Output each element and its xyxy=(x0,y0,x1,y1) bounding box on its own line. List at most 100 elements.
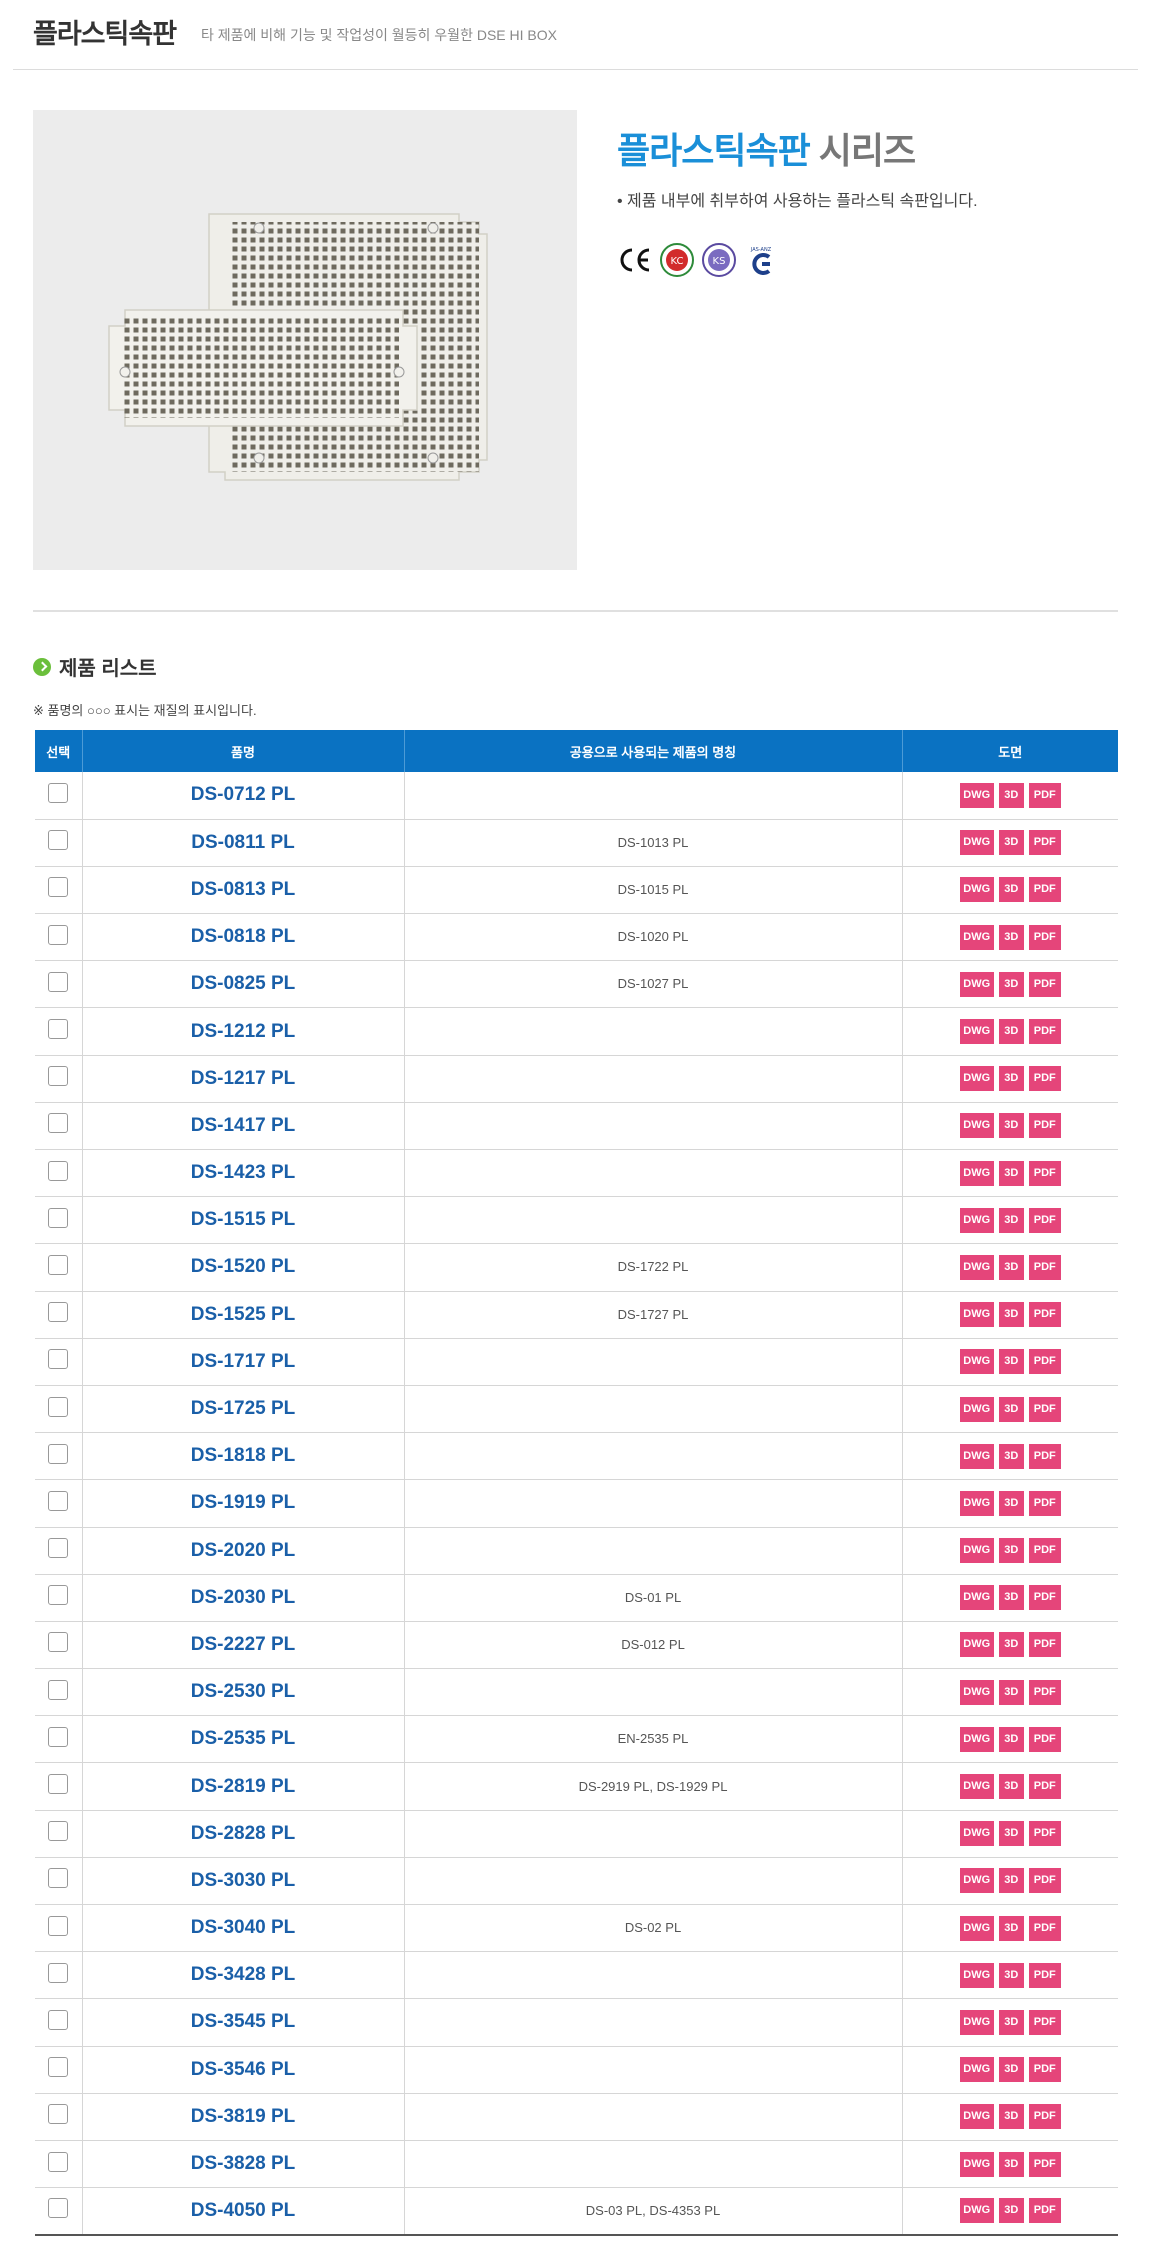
product-name-link[interactable]: DS-0813 PL xyxy=(191,879,296,900)
select-checkbox[interactable] xyxy=(48,2009,69,2030)
select-checkbox[interactable] xyxy=(48,1019,69,1040)
select-checkbox[interactable] xyxy=(48,1490,69,1511)
3d-download-button[interactable]: 3D xyxy=(998,1490,1024,1516)
product-name-link[interactable]: DS-1520 PL xyxy=(191,1256,296,1277)
product-name-link[interactable]: DS-3428 PL xyxy=(191,1964,296,1985)
select-checkbox[interactable] xyxy=(48,1585,69,1606)
product-name-link[interactable]: DS-3819 PL xyxy=(191,2106,296,2127)
product-name-link[interactable]: DS-2020 PL xyxy=(191,1540,296,1561)
dwg-download-button[interactable]: DWG xyxy=(959,1962,994,1988)
select-checkbox[interactable] xyxy=(48,1915,69,1936)
3d-download-button[interactable]: 3D xyxy=(998,1160,1024,1186)
3d-download-button[interactable]: 3D xyxy=(998,1538,1024,1564)
pdf-download-button[interactable]: PDF xyxy=(1028,1254,1061,1280)
3d-download-button[interactable]: 3D xyxy=(998,2104,1024,2130)
pdf-download-button[interactable]: PDF xyxy=(1028,1396,1061,1422)
dwg-download-button[interactable]: DWG xyxy=(959,1915,994,1941)
select-checkbox[interactable] xyxy=(48,1160,69,1181)
select-checkbox[interactable] xyxy=(48,877,69,898)
3d-download-button[interactable]: 3D xyxy=(998,877,1024,903)
pdf-download-button[interactable]: PDF xyxy=(1028,1726,1061,1752)
product-name-link[interactable]: DS-2535 PL xyxy=(191,1728,296,1749)
pdf-download-button[interactable]: PDF xyxy=(1028,1443,1061,1469)
product-name-link[interactable]: DS-3828 PL xyxy=(191,2153,296,2174)
pdf-download-button[interactable]: PDF xyxy=(1028,2198,1061,2224)
3d-download-button[interactable]: 3D xyxy=(998,782,1024,808)
product-name-link[interactable]: DS-3546 PL xyxy=(191,2059,296,2080)
select-checkbox[interactable] xyxy=(48,1113,69,1134)
dwg-download-button[interactable]: DWG xyxy=(959,971,994,997)
select-checkbox[interactable] xyxy=(48,1868,69,1889)
dwg-download-button[interactable]: DWG xyxy=(959,1207,994,1233)
dwg-download-button[interactable]: DWG xyxy=(959,1019,994,1045)
pdf-download-button[interactable]: PDF xyxy=(1028,877,1061,903)
product-name-link[interactable]: DS-1423 PL xyxy=(191,1162,296,1183)
select-checkbox[interactable] xyxy=(48,1207,69,1228)
product-name-link[interactable]: DS-2828 PL xyxy=(191,1823,296,1844)
select-checkbox[interactable] xyxy=(48,1821,69,1842)
select-checkbox[interactable] xyxy=(48,1632,69,1653)
product-name-link[interactable]: DS-1818 PL xyxy=(191,1445,296,1466)
product-name-link[interactable]: DS-2227 PL xyxy=(191,1634,296,1655)
product-name-link[interactable]: DS-1525 PL xyxy=(191,1304,296,1325)
select-checkbox[interactable] xyxy=(48,1066,69,1087)
pdf-download-button[interactable]: PDF xyxy=(1028,1962,1061,1988)
pdf-download-button[interactable]: PDF xyxy=(1028,1066,1061,1092)
product-name-link[interactable]: DS-0818 PL xyxy=(191,926,296,947)
pdf-download-button[interactable]: PDF xyxy=(1028,971,1061,997)
dwg-download-button[interactable]: DWG xyxy=(959,1538,994,1564)
pdf-download-button[interactable]: PDF xyxy=(1028,2009,1061,2035)
dwg-download-button[interactable]: DWG xyxy=(959,2057,994,2083)
product-name-link[interactable]: DS-1212 PL xyxy=(191,1021,296,1042)
pdf-download-button[interactable]: PDF xyxy=(1028,1160,1061,1186)
dwg-download-button[interactable]: DWG xyxy=(959,1396,994,1422)
product-name-link[interactable]: DS-1725 PL xyxy=(191,1398,296,1419)
dwg-download-button[interactable]: DWG xyxy=(959,877,994,903)
product-name-link[interactable]: DS-2530 PL xyxy=(191,1681,296,1702)
dwg-download-button[interactable]: DWG xyxy=(959,1302,994,1328)
pdf-download-button[interactable]: PDF xyxy=(1028,1538,1061,1564)
3d-download-button[interactable]: 3D xyxy=(998,2009,1024,2035)
3d-download-button[interactable]: 3D xyxy=(998,1443,1024,1469)
3d-download-button[interactable]: 3D xyxy=(998,830,1024,856)
product-name-link[interactable]: DS-0811 PL xyxy=(191,832,295,853)
pdf-download-button[interactable]: PDF xyxy=(1028,1679,1061,1705)
pdf-download-button[interactable]: PDF xyxy=(1028,1821,1061,1847)
pdf-download-button[interactable]: PDF xyxy=(1028,924,1061,950)
3d-download-button[interactable]: 3D xyxy=(998,2057,1024,2083)
select-checkbox[interactable] xyxy=(48,2151,69,2172)
3d-download-button[interactable]: 3D xyxy=(998,2198,1024,2224)
dwg-download-button[interactable]: DWG xyxy=(959,1349,994,1375)
3d-download-button[interactable]: 3D xyxy=(998,1726,1024,1752)
pdf-download-button[interactable]: PDF xyxy=(1028,2104,1061,2130)
select-checkbox[interactable] xyxy=(48,2104,69,2125)
3d-download-button[interactable]: 3D xyxy=(998,1868,1024,1894)
dwg-download-button[interactable]: DWG xyxy=(959,1821,994,1847)
dwg-download-button[interactable]: DWG xyxy=(959,2151,994,2177)
dwg-download-button[interactable]: DWG xyxy=(959,782,994,808)
pdf-download-button[interactable]: PDF xyxy=(1028,2151,1061,2177)
select-checkbox[interactable] xyxy=(48,1538,69,1559)
3d-download-button[interactable]: 3D xyxy=(998,1821,1024,1847)
3d-download-button[interactable]: 3D xyxy=(998,1019,1024,1045)
3d-download-button[interactable]: 3D xyxy=(998,1113,1024,1139)
3d-download-button[interactable]: 3D xyxy=(998,1349,1024,1375)
dwg-download-button[interactable]: DWG xyxy=(959,1490,994,1516)
pdf-download-button[interactable]: PDF xyxy=(1028,1868,1061,1894)
dwg-download-button[interactable]: DWG xyxy=(959,1443,994,1469)
select-checkbox[interactable] xyxy=(48,971,69,992)
product-name-link[interactable]: DS-0712 PL xyxy=(191,784,296,805)
product-name-link[interactable]: DS-1717 PL xyxy=(191,1351,296,1372)
dwg-download-button[interactable]: DWG xyxy=(959,1160,994,1186)
3d-download-button[interactable]: 3D xyxy=(998,2151,1024,2177)
pdf-download-button[interactable]: PDF xyxy=(1028,1302,1061,1328)
pdf-download-button[interactable]: PDF xyxy=(1028,1774,1061,1800)
pdf-download-button[interactable]: PDF xyxy=(1028,1632,1061,1658)
dwg-download-button[interactable]: DWG xyxy=(959,1113,994,1139)
dwg-download-button[interactable]: DWG xyxy=(959,1066,994,1092)
pdf-download-button[interactable]: PDF xyxy=(1028,1207,1061,1233)
select-checkbox[interactable] xyxy=(48,1774,69,1795)
3d-download-button[interactable]: 3D xyxy=(998,1679,1024,1705)
3d-download-button[interactable]: 3D xyxy=(998,1632,1024,1658)
pdf-download-button[interactable]: PDF xyxy=(1028,1490,1061,1516)
